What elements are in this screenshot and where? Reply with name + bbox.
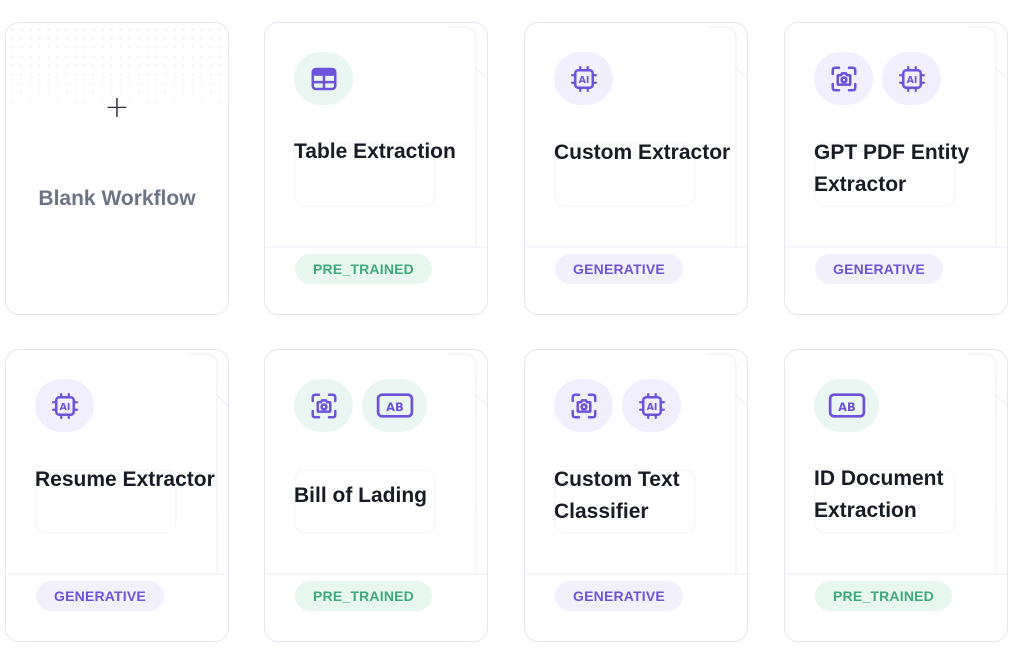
template-card-bill-of-lading[interactable]: AB Bill of Lading PRE_TRAINED xyxy=(264,349,488,642)
category-badge: GENERATIVE xyxy=(555,581,683,611)
svg-text:AI: AI xyxy=(646,402,657,413)
card-title: Custom Extractor xyxy=(554,141,731,164)
plus-icon: + xyxy=(104,90,130,125)
template-card-resume-extractor[interactable]: AI Resume Extractor GENERATIVE xyxy=(5,349,229,642)
category-badge: GENERATIVE xyxy=(815,254,943,284)
ai-chip-icon: AI xyxy=(35,379,94,432)
card-title: Resume Extractor xyxy=(35,468,215,491)
card-title: ID Document Extraction xyxy=(814,467,944,522)
table-icon xyxy=(294,52,353,105)
ab-text-icon: AB xyxy=(362,379,427,432)
category-badge: PRE_TRAINED xyxy=(815,581,952,611)
ai-chip-icon: AI xyxy=(882,52,941,105)
svg-text:AB: AB xyxy=(838,400,856,414)
svg-text:AI: AI xyxy=(906,75,917,86)
card-title: Table Extraction xyxy=(294,140,456,163)
category-badge: GENERATIVE xyxy=(36,581,164,611)
card-title: Blank Workflow xyxy=(38,187,196,210)
ab-text-icon: AB xyxy=(814,379,879,432)
template-card-id-document-extraction[interactable]: AB ID Document Extraction PRE_TRAINED xyxy=(784,349,1008,642)
ai-chip-icon: AI xyxy=(622,379,681,432)
svg-text:AI: AI xyxy=(59,402,70,413)
template-card-custom-text-classifier[interactable]: AI Custom Text Classifier GENERATIVE xyxy=(524,349,748,642)
category-badge: PRE_TRAINED xyxy=(295,581,432,611)
svg-text:AI: AI xyxy=(578,75,589,86)
camera-scan-icon xyxy=(554,379,613,432)
template-card-custom-extractor[interactable]: AI Custom Extractor GENERATIVE xyxy=(524,22,748,315)
category-badge: PRE_TRAINED xyxy=(295,254,432,284)
camera-scan-icon xyxy=(814,52,873,105)
card-title: GPT PDF Entity Extractor xyxy=(814,141,970,196)
card-title: Custom Text Classifier xyxy=(554,468,680,523)
blank-workflow-card[interactable]: + Blank Workflow xyxy=(5,22,229,315)
card-title: Bill of Lading xyxy=(294,484,427,507)
template-card-gpt-pdf-entity-extractor[interactable]: AI GPT PDF Entity Extractor GENERATIVE xyxy=(784,22,1008,315)
svg-text:AB: AB xyxy=(386,400,404,414)
template-card-table-extraction[interactable]: Table Extraction PRE_TRAINED xyxy=(264,22,488,315)
ai-chip-icon: AI xyxy=(554,52,613,105)
camera-scan-icon xyxy=(294,379,353,432)
category-badge: GENERATIVE xyxy=(555,254,683,284)
